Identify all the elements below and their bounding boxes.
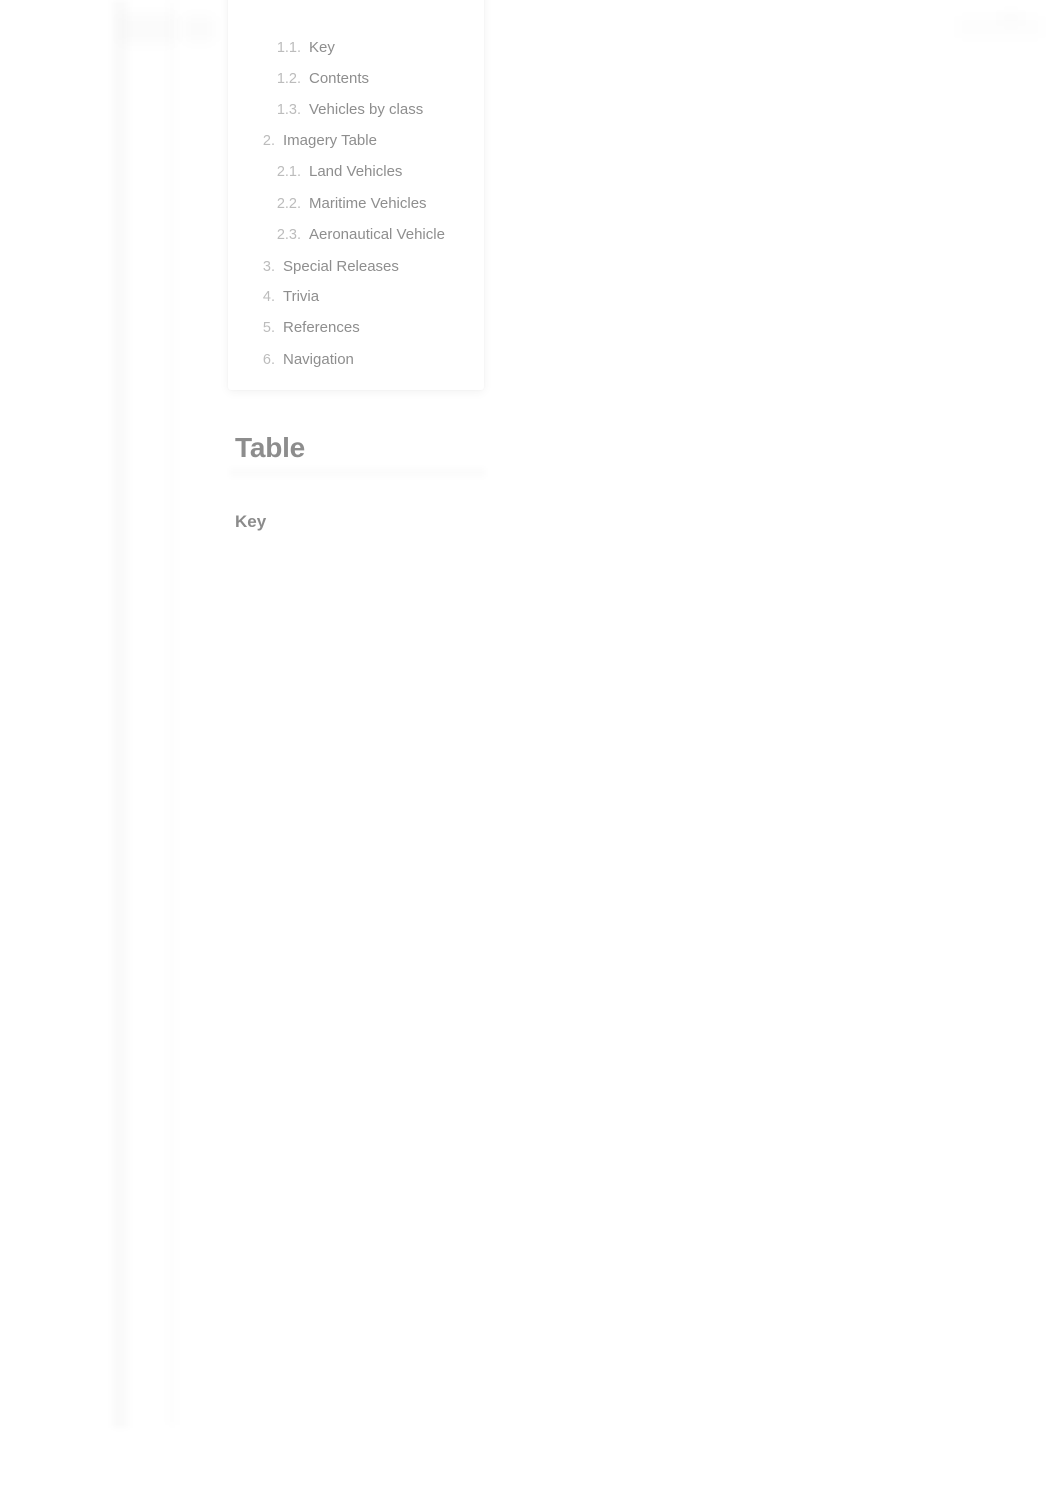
toc-item[interactable]: 2.3. Aeronautical Vehicle <box>273 225 445 245</box>
toc-item[interactable]: 4. Trivia <box>258 287 319 307</box>
toc-item-label: Key <box>309 39 335 56</box>
toc-item[interactable]: 1.1. Key <box>273 38 335 58</box>
toc-item-number: 6. <box>262 352 275 368</box>
toc-item-label: Imagery Table <box>283 132 377 149</box>
heading-divider <box>230 468 485 477</box>
toc-item[interactable]: 2.1. Land Vehicles <box>273 162 403 182</box>
toc-item[interactable]: 2.2. Maritime Vehicles <box>273 194 427 214</box>
toc-item[interactable]: 5. References <box>258 318 360 338</box>
toc-item[interactable]: 3. Special Releases <box>258 257 399 277</box>
toc-item-number: 2.1. <box>276 164 301 180</box>
site-logo-ghost[interactable] <box>120 14 176 44</box>
header-user-menu-ghost[interactable] <box>1000 10 1022 26</box>
toc-item[interactable]: 1.3. Vehicles by class <box>273 100 423 120</box>
toc-item-number: 4. <box>262 289 275 305</box>
site-wordmark-ghost[interactable] <box>184 16 214 42</box>
toc-item-number: 2. <box>262 133 275 149</box>
toc-item-label: References <box>283 319 360 336</box>
toc-item-label: Navigation <box>283 351 354 368</box>
toc-item-label: Aeronautical Vehicle <box>309 226 445 243</box>
toc-item-number: 5. <box>262 320 275 336</box>
toc-item-label: Contents <box>309 70 370 87</box>
toc-item-label: Special Releases <box>283 258 399 275</box>
toc-item-label: Vehicles by class <box>309 101 424 118</box>
toc-item-number: 3. <box>262 259 275 275</box>
toc-item[interactable]: 1.2. Contents <box>273 69 369 89</box>
sidebar-rail-divider <box>166 0 180 1425</box>
article-body-empty <box>235 552 1025 1452</box>
toc-item-number: 1.2. <box>276 71 301 87</box>
header-actions-ghost[interactable] <box>958 16 1042 38</box>
toc-item-number: 1.3. <box>276 102 301 118</box>
subsection-heading-key: Key <box>235 512 267 531</box>
toc-item-label: Trivia <box>283 288 320 305</box>
toc-item-number: 1.1. <box>276 40 301 56</box>
page-title: Table <box>235 432 306 463</box>
toc-item-label: Land Vehicles <box>309 163 403 180</box>
sidebar-rail <box>110 0 180 1428</box>
toc-item-label: Maritime Vehicles <box>309 195 427 212</box>
toc-item[interactable]: 2. Imagery Table <box>258 131 377 151</box>
table-of-contents-card[interactable]: 1.1. Key 1.2. Contents 1.3. Vehicles by class… <box>228 0 484 390</box>
toc-item-number: 2.3. <box>276 227 301 243</box>
toc-item-number: 2.2. <box>276 196 301 212</box>
toc-item[interactable]: 6. Navigation <box>258 350 354 370</box>
